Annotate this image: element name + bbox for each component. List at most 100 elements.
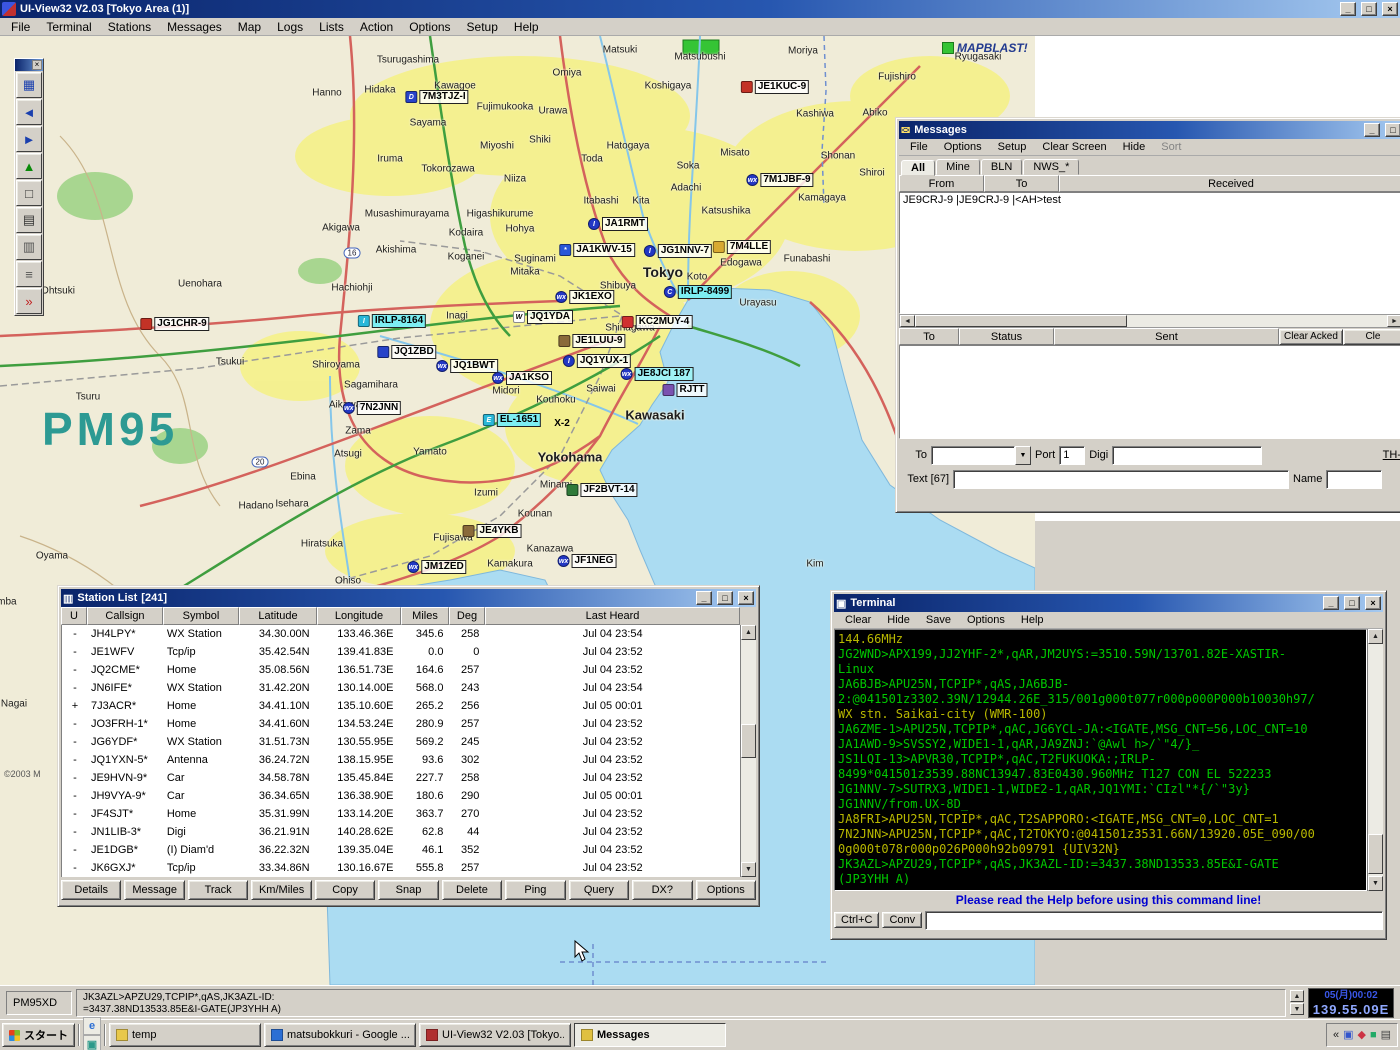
quick-launch-icon[interactable]: ▣: [83, 1035, 101, 1050]
scroll-down-icon[interactable]: ▼: [1368, 876, 1383, 891]
menu-item[interactable]: Save: [919, 613, 958, 627]
print-icon[interactable]: ▤: [16, 207, 42, 233]
restore-button[interactable]: □: [1361, 2, 1377, 16]
message-tab[interactable]: NWS_*: [1023, 159, 1079, 175]
table-row[interactable]: +7J3ACR* Home34.41.10N 135.10.60E265.2 2…: [62, 697, 740, 715]
table-row[interactable]: -JH4LPY* WX Station34.30.00N 133.46.36E3…: [62, 625, 740, 643]
maximize-button[interactable]: □: [1344, 596, 1360, 610]
to-combobox[interactable]: ▼: [931, 446, 1031, 465]
horizontal-scrollbar[interactable]: ◄ ►: [899, 314, 1400, 328]
table-row[interactable]: -JG6YDF* WX Station31.51.73N 130.55.95E5…: [62, 733, 740, 751]
map-station[interactable]: wx JF1NEG: [558, 554, 617, 568]
menu-item[interactable]: Options: [937, 140, 989, 154]
scroll-thumb[interactable]: [915, 315, 1127, 327]
task-button[interactable]: UI-View32 V2.03 [Tokyo...: [419, 1023, 571, 1047]
map-station[interactable]: C IRLP-8499: [664, 285, 732, 299]
menu-item[interactable]: Lists: [312, 19, 351, 35]
forward-icon[interactable]: ►: [16, 126, 42, 152]
menu-item[interactable]: Logs: [270, 19, 310, 35]
table-row[interactable]: -JN1LIB-3* Digi36.21.91N 140.28.62E62.8 …: [62, 823, 740, 841]
message-tab[interactable]: BLN: [981, 159, 1022, 175]
column-header[interactable]: U: [61, 607, 87, 625]
map-station[interactable]: D 7M3TJZ-I: [405, 90, 468, 104]
menu-item[interactable]: Clear: [838, 613, 878, 627]
station-list-button[interactable]: Snap: [378, 880, 438, 900]
menu-item[interactable]: Clear Screen: [1035, 140, 1113, 154]
station-list-button[interactable]: Track: [188, 880, 248, 900]
map-station[interactable]: * JA1KWV-15: [559, 243, 635, 257]
task-button[interactable]: temp: [109, 1023, 261, 1047]
close-button[interactable]: ×: [1382, 2, 1398, 16]
zoom-up-icon[interactable]: ▲: [16, 153, 42, 179]
station-list-button[interactable]: Delete: [442, 880, 502, 900]
menu-item[interactable]: Hide: [1116, 140, 1153, 154]
menu-item[interactable]: Help: [507, 19, 546, 35]
map-station[interactable]: JG1CHR-9: [140, 317, 209, 331]
thd7-label[interactable]: TH-: [1383, 449, 1400, 461]
menu-item[interactable]: File: [903, 140, 935, 154]
terminal-titlebar[interactable]: ▣ Terminal _ □ ×: [834, 594, 1383, 612]
station-list-button[interactable]: Km/Miles: [251, 880, 311, 900]
station-list-button[interactable]: Details: [61, 880, 121, 900]
map-select-icon[interactable]: ▦: [16, 72, 42, 98]
to-input[interactable]: [931, 446, 1015, 465]
menu-item[interactable]: Options: [402, 19, 457, 35]
scroll-left-icon[interactable]: ◄: [900, 315, 915, 327]
table-row[interactable]: -JE1DGB* (I) Diam'd36.22.32N 139.35.04E4…: [62, 841, 740, 859]
menu-item[interactable]: Sort: [1154, 140, 1188, 154]
column-header[interactable]: To: [899, 328, 959, 345]
sent-messages-list[interactable]: [899, 345, 1400, 439]
station-list-button[interactable]: Ping: [505, 880, 565, 900]
clear-acked-button[interactable]: Clear Acked: [1279, 329, 1343, 345]
terminal-command-input[interactable]: [925, 911, 1383, 930]
map-station[interactable]: JQ1ZBD: [377, 345, 436, 359]
close-button[interactable]: ×: [738, 591, 754, 605]
map-station[interactable]: wx 7M1JBF-9: [746, 173, 813, 187]
messages-titlebar[interactable]: ✉ Messages _ □: [899, 121, 1400, 139]
scroll-down-icon[interactable]: ▼: [741, 862, 756, 877]
menu-item[interactable]: File: [4, 19, 37, 35]
map-station[interactable]: wx JA1KSO: [492, 371, 552, 385]
table-row[interactable]: -JN6IFE* WX Station31.42.20N 130.14.00E5…: [62, 679, 740, 697]
terminal-output[interactable]: 144.66MHzJG2WND>APX199,JJ2YHF-2*,qAR,JM2…: [834, 629, 1367, 891]
select-area-icon[interactable]: □: [16, 180, 42, 206]
table-row[interactable]: -JQ1YXN-5* Antenna36.24.72N 138.15.95E93…: [62, 751, 740, 769]
column-header[interactable]: Deg: [449, 607, 485, 625]
menu-item[interactable]: Terminal: [39, 19, 98, 35]
map-station[interactable]: wx JE8JCI 187: [621, 367, 694, 381]
column-header[interactable]: Last Heard: [485, 607, 740, 625]
table-row[interactable]: -JE1WFV Tcp/ip35.42.54N 139.41.83E0.0 0J…: [62, 643, 740, 661]
table-row[interactable]: -JK6GXJ* Tcp/ip33.34.86N 130.16.67E555.8…: [62, 859, 740, 877]
map-station[interactable]: wx JQ1BWT: [436, 359, 498, 373]
table-row[interactable]: -JQ2CME* Home35.08.56N 136.51.73E164.6 2…: [62, 661, 740, 679]
column-header[interactable]: To: [984, 175, 1059, 192]
maximize-button[interactable]: □: [717, 591, 733, 605]
column-header[interactable]: Sent: [1054, 328, 1279, 345]
map-station[interactable]: X-2: [552, 418, 572, 430]
tray-icon[interactable]: ▤: [1381, 1028, 1391, 1042]
column-header[interactable]: Latitude: [239, 607, 317, 625]
scroll-up-icon[interactable]: ▲: [1368, 629, 1383, 644]
map-station[interactable]: JE1KUC-9: [741, 80, 809, 94]
scroll-right-icon[interactable]: ►: [1387, 315, 1400, 327]
menu-item[interactable]: Map: [231, 19, 268, 35]
map-station[interactable]: wx JM1ZED: [407, 560, 466, 574]
map-station[interactable]: I JQ1YUX-1: [563, 354, 631, 368]
station-list-titlebar[interactable]: ▥ Station List [241] _ □ ×: [61, 589, 756, 607]
menu-item[interactable]: Messages: [160, 19, 229, 35]
column-header[interactable]: Status: [959, 328, 1054, 345]
minimize-button[interactable]: _: [1323, 596, 1339, 610]
minimize-button[interactable]: _: [1364, 123, 1380, 137]
page-icon[interactable]: ▥: [16, 234, 42, 260]
table-row[interactable]: -JO3FRH-1* Home34.41.60N 134.53.24E280.9…: [62, 715, 740, 733]
map-station[interactable]: wx JK1EXO: [555, 290, 614, 304]
menu-item[interactable]: Setup: [991, 140, 1034, 154]
menu-item[interactable]: Action: [353, 19, 400, 35]
map-station[interactable]: JE4YKB: [463, 524, 522, 538]
table-row[interactable]: -JF4SJT* Home35.31.99N 133.14.20E363.7 2…: [62, 805, 740, 823]
map-toolbar-titlebar[interactable]: ×: [15, 59, 43, 71]
menu-item[interactable]: Help: [1014, 613, 1051, 627]
task-button[interactable]: Messages: [574, 1023, 726, 1047]
map-station[interactable]: JF2BVT-14: [566, 483, 637, 497]
message-tab[interactable]: All: [901, 160, 935, 176]
